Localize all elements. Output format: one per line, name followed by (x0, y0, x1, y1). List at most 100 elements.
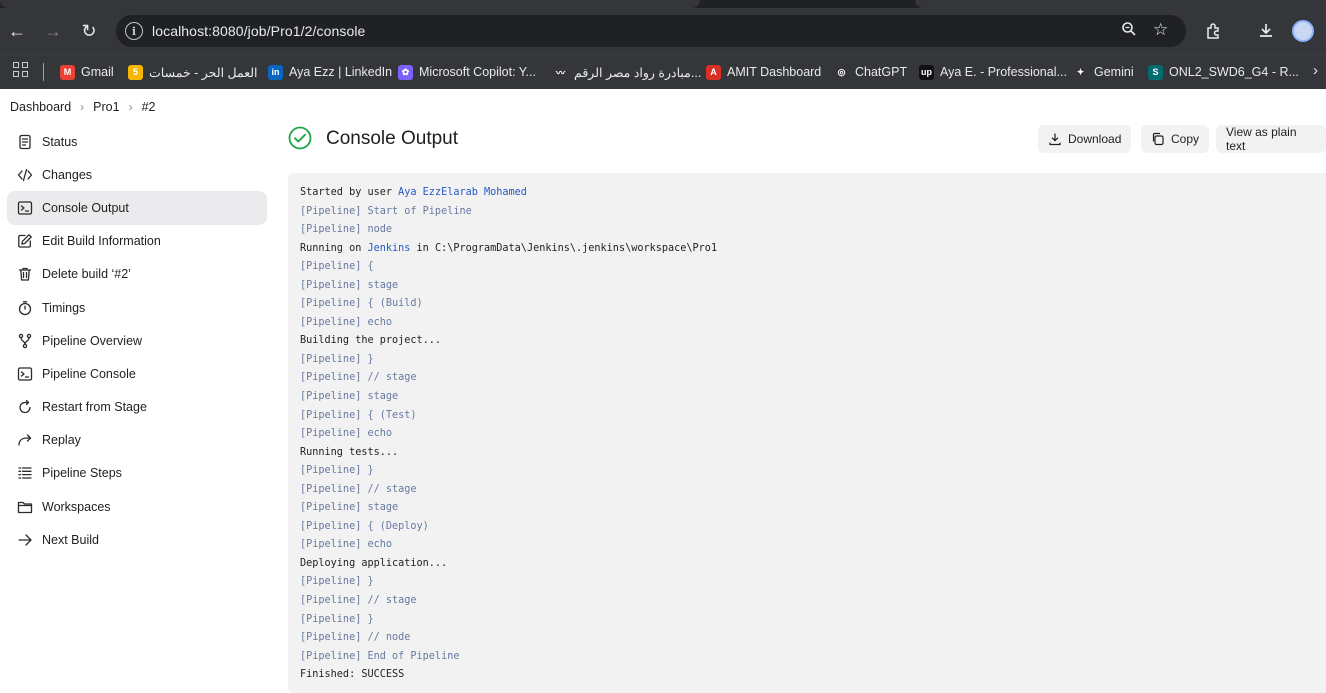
bookmark-item[interactable]: in Aya Ezz | LinkedIn (268, 61, 392, 83)
console-line: [Pipeline] echo (300, 425, 1314, 444)
bookmark-item[interactable]: A AMIT Dashboard (706, 61, 821, 83)
sidebar-item-changes[interactable]: Changes (7, 158, 267, 191)
console-text: [Pipeline] // stage (300, 595, 417, 607)
console-line: [Pipeline] End of Pipeline (300, 648, 1314, 667)
console-text: [Pipeline] stage (300, 391, 399, 403)
sidebar-item-label: Timings (42, 300, 86, 315)
sidebar-item-status[interactable]: Status (7, 125, 267, 158)
address-bar[interactable]: i localhost:8080/job/Pro1/2/console ☆ (116, 15, 1186, 47)
breadcrumb-job[interactable]: Pro1 (93, 100, 119, 114)
sidebar-item-pipeline-steps[interactable]: Pipeline Steps (7, 457, 267, 490)
bookmark-favicon-icon: S (1148, 64, 1163, 80)
download-label: Download (1068, 132, 1122, 146)
reload-icon[interactable]: ↻ (79, 18, 99, 44)
console-text: [Pipeline] echo (300, 428, 393, 440)
breadcrumb-build[interactable]: #2 (142, 100, 156, 114)
extensions-icon[interactable] (1205, 22, 1223, 45)
console-link[interactable]: Aya EzzElarab Mohamed (398, 187, 527, 198)
console-text: [Pipeline] Start of Pipeline (300, 205, 472, 217)
list-icon (17, 465, 33, 481)
url-text[interactable]: localhost:8080/job/Pro1/2/console (152, 23, 365, 39)
terminal-icon (17, 366, 33, 382)
console-line: Finished: SUCCESS (300, 666, 1314, 685)
console-text: Deploying application... (300, 557, 448, 569)
console-line: [Pipeline] { (300, 258, 1314, 277)
bookmark-favicon-icon: in (268, 64, 283, 80)
console-line: [Pipeline] } (300, 462, 1314, 481)
replay-icon (17, 432, 33, 448)
console-line: [Pipeline] // node (300, 629, 1314, 648)
bookmark-item[interactable]: 5 العمل الحر - خمسات (128, 61, 258, 83)
view-plain-text-button[interactable]: View as plain text (1216, 125, 1326, 153)
bookmark-label: AMIT Dashboard (727, 65, 822, 79)
sidebar-item-pipeline-console[interactable]: Pipeline Console (7, 357, 267, 390)
bookmark-item[interactable]: ◎ ChatGPT (834, 61, 907, 83)
sidebar-item-label: Pipeline Console (42, 366, 136, 381)
breadcrumb-dashboard[interactable]: Dashboard (10, 100, 71, 114)
sidebar-item-edit-build-information[interactable]: Edit Build Information (7, 225, 267, 258)
more-bookmarks-icon[interactable]: › (1313, 62, 1318, 79)
bookmark-favicon-icon: ◎ (834, 64, 849, 80)
bookmark-favicon-icon: M (60, 64, 75, 80)
console-text: Finished: SUCCESS (300, 669, 405, 681)
console-line: [Pipeline] } (300, 351, 1314, 370)
bookmark-item[interactable]: ✿ Microsoft Copilot: Y... (398, 61, 536, 83)
apps-grid-icon[interactable] (13, 62, 29, 78)
sidebar-item-timings[interactable]: Timings (7, 291, 267, 324)
console-text: [Pipeline] // stage (300, 483, 417, 495)
copy-icon (1152, 132, 1164, 146)
sidebar-item-replay[interactable]: Replay (7, 424, 267, 457)
sidebar-item-console-output[interactable]: Console Output (7, 191, 267, 225)
download-icon (1049, 133, 1061, 146)
console-text: [Pipeline] { (Test) (300, 409, 417, 421)
sidebar-item-restart-from-stage[interactable]: Restart from Stage (7, 391, 267, 424)
console-line: Building the project... (300, 332, 1314, 351)
profile-avatar[interactable] (1292, 20, 1314, 42)
browser-tab-active[interactable] (0, 0, 700, 8)
forward-icon[interactable]: → (43, 18, 63, 44)
download-button[interactable]: Download (1038, 125, 1132, 153)
console-text: [Pipeline] End of Pipeline (300, 650, 460, 662)
sidebar-item-label: Status (42, 134, 78, 149)
bookmark-label: ONL2_SWD6_G4 - R... (1169, 65, 1299, 79)
sidebar-item-label: Replay (42, 433, 81, 448)
sidebar-item-next-build[interactable]: Next Build (7, 523, 267, 556)
breadcrumb: Dashboard › Pro1 › #2 (0, 89, 1326, 125)
bookmark-star-icon[interactable]: ☆ (1153, 20, 1168, 40)
sidebar-item-delete-build-2[interactable]: Delete build ‘#2’ (7, 258, 267, 291)
console-line: Running tests... (300, 444, 1314, 463)
sidebar-item-pipeline-overview[interactable]: Pipeline Overview (7, 324, 267, 357)
sidebar-item-label: Console Output (42, 200, 129, 215)
bookmark-item[interactable]: ✦ Gemini (1073, 61, 1134, 83)
browser-tab[interactable] (915, 0, 1326, 8)
bookmark-favicon-icon: A (706, 64, 721, 80)
back-icon[interactable]: ← (7, 18, 27, 44)
console-line: Started by user Aya EzzElarab Mohamed (300, 184, 1314, 203)
copy-button[interactable]: Copy (1141, 125, 1210, 153)
console-line: [Pipeline] { (Test) (300, 407, 1314, 426)
edit-icon (17, 233, 33, 249)
site-info-icon[interactable]: i (125, 22, 143, 40)
console-text: [Pipeline] { (300, 261, 374, 273)
tab-strip (0, 0, 1326, 8)
bookmark-item[interactable]: M Gmail (60, 61, 114, 83)
console-text: [Pipeline] // stage (300, 372, 417, 384)
console-text: Started by user (300, 187, 399, 198)
console-text: in C:\ProgramData\Jenkins\.jenkins\works… (410, 242, 718, 254)
browser-toolbar: ← → ↻ i localhost:8080/job/Pro1/2/consol… (0, 8, 1326, 54)
bookmark-label: Gemini (1094, 65, 1134, 79)
title-row: Console Output Download Copy View as pla… (288, 125, 1326, 171)
console-link[interactable]: Jenkins (367, 243, 410, 254)
terminal-icon (17, 200, 33, 216)
zoom-icon[interactable] (1121, 21, 1137, 42)
branch-icon (17, 333, 33, 349)
sidebar-item-workspaces[interactable]: Workspaces (7, 490, 267, 523)
download-icon[interactable] (1257, 22, 1275, 45)
bookmark-item[interactable]: up Aya E. - Professional... (919, 61, 1067, 83)
console-line: [Pipeline] { (Deploy) (300, 518, 1314, 537)
bookmark-item[interactable]: 〰 مبادرة رواد مصر الرقم... (553, 61, 701, 83)
code-icon (17, 167, 33, 183)
bookmark-favicon-icon: ✦ (1073, 64, 1088, 80)
chevron-right-icon: › (128, 100, 133, 114)
bookmark-item[interactable]: S ONL2_SWD6_G4 - R... (1148, 61, 1299, 83)
